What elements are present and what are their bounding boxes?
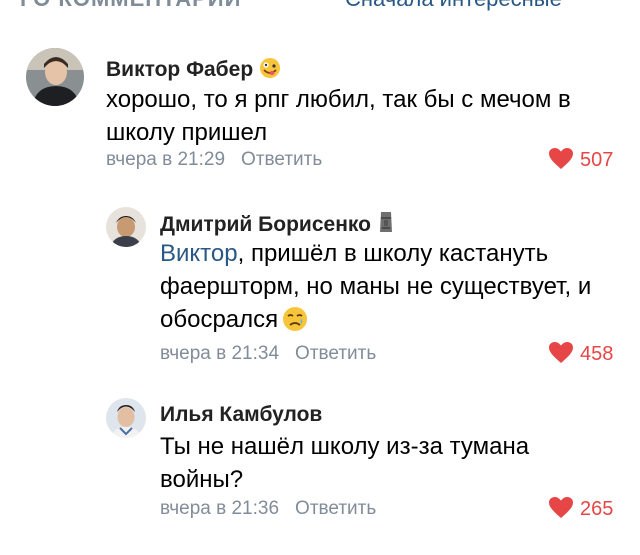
comments-header: ГО КОММЕНТАРИИ Сначала интересные [0,0,640,14]
like-button[interactable]: 507 [548,147,613,172]
moai-emoji [377,210,395,240]
comment-author[interactable]: Дмитрий Борисенко [160,210,395,240]
avatar[interactable] [106,207,146,247]
comment-time[interactable]: вчера в 21:36 [160,498,279,519]
crying-face-emoji [282,306,308,341]
like-count: 265 [580,498,614,520]
heart-icon [549,342,573,363]
like-count: 507 [580,149,614,171]
like-button[interactable]: 458 [548,341,613,366]
heart-icon [549,148,573,169]
comment-author[interactable]: Виктор Фабер [106,57,281,85]
avatar[interactable] [106,398,146,438]
like-count: 458 [580,343,614,365]
comments-header-title: ГО КОММЕНТАРИИ [20,0,241,12]
comment-time[interactable]: вчера в 21:34 [160,343,279,364]
comment-text: Ты не нашёл школу из-за тумана войны? [160,433,530,493]
reply-button[interactable]: Ответить [241,149,322,170]
heart-icon [549,497,573,518]
reply-button[interactable]: Ответить [295,343,376,364]
comment-meta: вчера в 21:34 Ответить [160,343,376,365]
comment-time[interactable]: вчера в 21:29 [106,149,225,170]
like-button[interactable]: 265 [548,496,613,521]
sort-order-link[interactable]: Сначала интересные [345,0,562,12]
avatar[interactable] [26,48,84,106]
comment-author[interactable]: Илья Камбулов [160,403,322,427]
comment-text: хорошо, то я рпг любил, так бы с мечом в… [106,86,571,146]
comment-meta: вчера в 21:29 Ответить [106,149,322,171]
mention-link[interactable]: Виктор [160,240,238,267]
comment-meta: вчера в 21:36 Ответить [160,498,376,520]
zany-face-emoji [259,57,281,85]
comment-text: Виктор, пришёл в школу кастануть фаершто… [160,237,610,341]
reply-button[interactable]: Ответить [295,498,376,519]
